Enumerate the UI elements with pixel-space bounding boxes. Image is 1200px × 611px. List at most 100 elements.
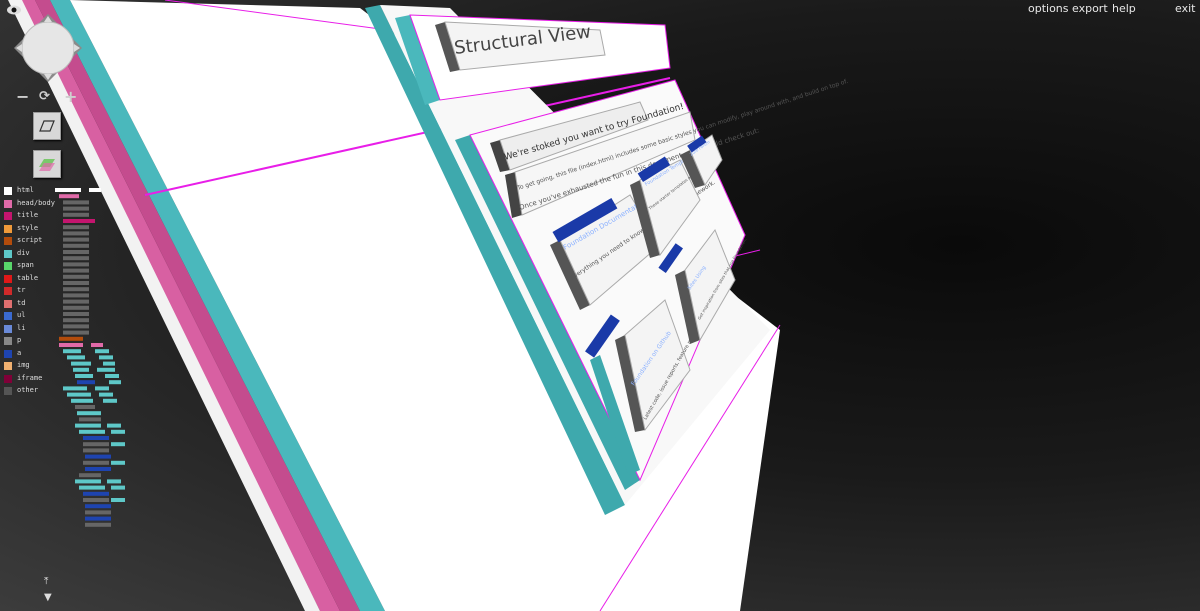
legend-swatch <box>4 349 12 358</box>
minimap-node-bar[interactable] <box>63 281 89 285</box>
minimap-node-bar[interactable] <box>107 479 121 484</box>
exit-link[interactable]: exit <box>1175 2 1195 15</box>
minimap-node-bar[interactable] <box>63 250 89 254</box>
legend-label: head/body <box>17 198 55 207</box>
minimap-node-bar[interactable] <box>83 436 109 440</box>
minimap-node-bar[interactable] <box>85 522 111 527</box>
minimap-node-bar[interactable] <box>63 237 89 242</box>
minimap-node-bar[interactable] <box>63 231 89 236</box>
legend-label: html <box>17 186 34 194</box>
minimap-node-bar[interactable] <box>63 206 89 211</box>
wireframe-mode-button[interactable] <box>33 112 61 140</box>
legend-label: li <box>17 323 26 332</box>
minimap-node-bar[interactable] <box>63 219 95 223</box>
scroll-top-icon[interactable]: ⤒ <box>44 576 48 587</box>
minimap-node-bar[interactable] <box>71 398 93 403</box>
minimap-node-bar[interactable] <box>63 349 81 354</box>
minimap-node-bar[interactable] <box>63 200 89 205</box>
minimap-node-bar[interactable] <box>63 299 89 304</box>
legend-swatch <box>4 337 12 345</box>
minimap-node-bar[interactable] <box>111 460 125 465</box>
legend-label: tr <box>17 286 26 294</box>
top-menu: options export help exit <box>0 2 1200 18</box>
minimap-node-bar[interactable] <box>63 243 89 248</box>
minimap-node-bar[interactable] <box>85 504 111 509</box>
minimap-node-bar[interactable] <box>63 274 89 279</box>
rotate-joystick[interactable] <box>12 12 84 84</box>
left-control-panel: − ⟳ + html head/body title style script div sp… <box>0 0 135 611</box>
minimap-node-bar[interactable] <box>79 429 105 434</box>
minimap-node-bar[interactable] <box>63 212 89 217</box>
zoom-out-button[interactable]: − <box>16 87 29 106</box>
minimap-node-bar[interactable] <box>63 262 89 267</box>
minimap-node-bar[interactable] <box>83 460 109 465</box>
minimap-node-bar[interactable] <box>63 330 89 335</box>
minimap-node-bar[interactable] <box>63 386 87 391</box>
minimap-node-bar[interactable] <box>111 442 125 447</box>
reset-view-button[interactable]: ⟳ <box>39 89 50 104</box>
minimap-node-bar[interactable] <box>79 473 101 478</box>
scroll-down-icon[interactable]: ▼ <box>44 592 52 603</box>
minimap-node-bar[interactable] <box>91 343 103 347</box>
minimap-node-bar[interactable] <box>95 349 109 354</box>
minimap-node-bar[interactable] <box>99 355 113 360</box>
minimap-node-bar[interactable] <box>63 225 89 230</box>
minimap-node-bar[interactable] <box>105 374 119 378</box>
minimap-node-bar[interactable] <box>103 398 117 403</box>
minimap-node-bar[interactable] <box>83 448 109 453</box>
minimap-node-bar[interactable] <box>73 367 89 372</box>
export-link[interactable]: export <box>1072 2 1108 15</box>
tilted-3d-scene[interactable]: Structural View We're stoked you want to… <box>0 0 1200 611</box>
minimap-node-bar[interactable] <box>71 361 91 366</box>
minimap-node-bar[interactable] <box>63 287 89 292</box>
minimap-node-bar[interactable] <box>67 355 85 360</box>
legend-label: other <box>17 386 39 394</box>
minimap-node-bar[interactable] <box>111 498 125 502</box>
help-link[interactable]: help <box>1112 2 1136 15</box>
minimap-node-bar[interactable] <box>79 485 105 490</box>
minimap-node-bar[interactable] <box>85 510 111 515</box>
minimap-node-bar[interactable] <box>63 324 89 329</box>
minimap-node-bar[interactable] <box>75 405 95 409</box>
minimap-node-bar[interactable] <box>85 516 111 521</box>
minimap-node-bar[interactable] <box>89 188 101 192</box>
minimap-node-bar[interactable] <box>79 417 101 422</box>
minimap-node-bar[interactable] <box>59 343 83 347</box>
minimap-node-bar[interactable] <box>99 392 113 397</box>
legend-label: title <box>17 211 39 219</box>
options-link[interactable]: options <box>1028 2 1069 15</box>
minimap-node-bar[interactable] <box>95 386 109 391</box>
zoom-in-button[interactable]: + <box>64 87 77 106</box>
minimap-node-bar[interactable] <box>55 188 81 192</box>
layers-icon <box>39 159 55 171</box>
minimap-node-bar[interactable] <box>103 361 115 366</box>
minimap-node-bar[interactable] <box>77 411 101 416</box>
minimap-node-bar[interactable] <box>67 392 91 397</box>
minimap-node-bar[interactable] <box>109 380 121 385</box>
minimap-node-bar[interactable] <box>59 336 83 341</box>
minimap-node-bar[interactable] <box>111 429 125 434</box>
minimap-node-bar[interactable] <box>85 454 111 459</box>
minimap-node-bar[interactable] <box>63 293 89 298</box>
minimap-node-bar[interactable] <box>83 491 109 496</box>
minimap-node-bar[interactable] <box>63 305 89 310</box>
minimap-node-bar[interactable] <box>85 467 111 471</box>
minimap-node-bar[interactable] <box>83 498 109 502</box>
minimap-node-bar[interactable] <box>83 442 109 447</box>
minimap-node-bar[interactable] <box>75 479 101 484</box>
minimap-node-bar[interactable] <box>59 194 79 199</box>
layers-mode-button[interactable] <box>33 150 61 178</box>
minimap-node-bar[interactable] <box>111 485 125 490</box>
dom-minimap[interactable] <box>55 186 130 546</box>
minimap-node-bar[interactable] <box>97 367 115 372</box>
legend-label: p <box>17 336 22 344</box>
minimap-node-bar[interactable] <box>77 380 95 385</box>
minimap-node-bar[interactable] <box>63 312 89 316</box>
minimap-node-bar[interactable] <box>75 374 93 378</box>
minimap-node-bar[interactable] <box>63 256 89 261</box>
legend-swatch <box>4 237 12 245</box>
minimap-node-bar[interactable] <box>63 268 89 273</box>
minimap-node-bar[interactable] <box>107 423 121 428</box>
minimap-node-bar[interactable] <box>63 318 89 323</box>
minimap-node-bar[interactable] <box>75 423 101 428</box>
